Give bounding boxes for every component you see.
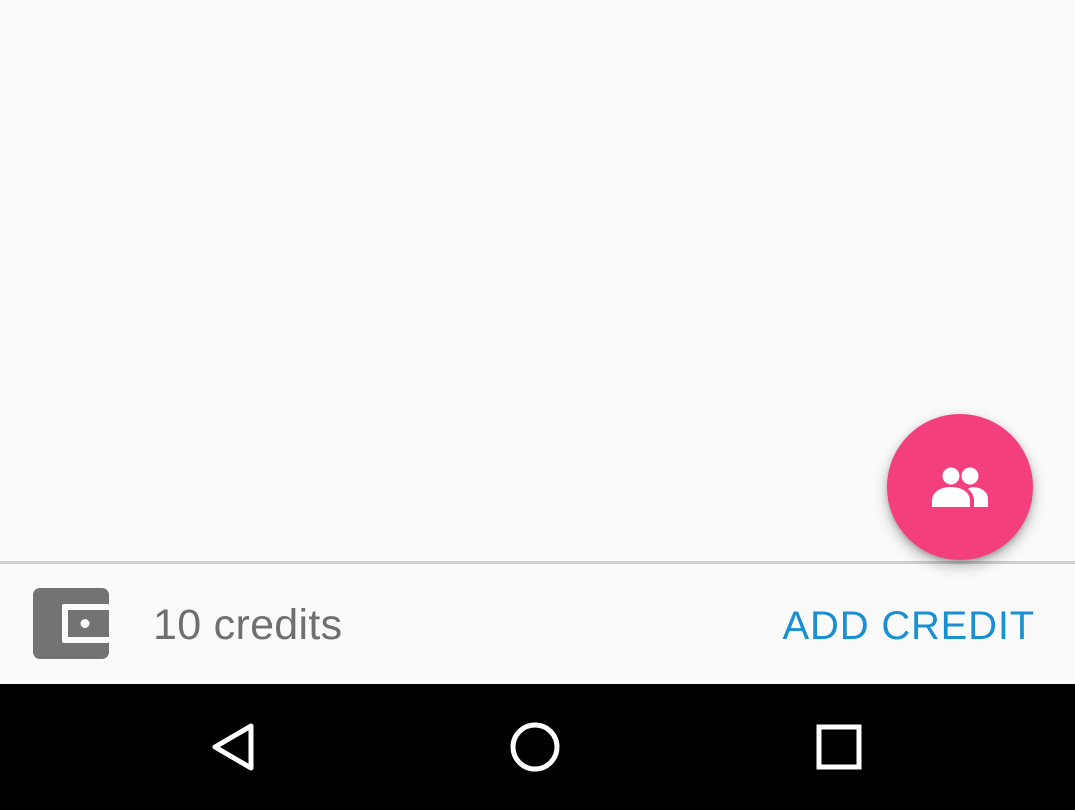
nav-recents-button[interactable] (806, 714, 872, 780)
nav-back-button[interactable] (200, 714, 266, 780)
add-credit-button[interactable]: ADD CREDIT (783, 602, 1035, 650)
recents-icon (816, 724, 862, 770)
credits-count: 10 credits (153, 601, 343, 649)
home-icon (510, 722, 560, 772)
nav-home-button[interactable] (502, 714, 568, 780)
wallet-icon (33, 588, 109, 659)
credits-bar: 10 credits ADD CREDIT (0, 564, 1075, 684)
system-navigation-bar (0, 684, 1075, 810)
back-icon (212, 723, 254, 771)
app-screen: 10 credits ADD CREDIT (0, 0, 1075, 810)
divider (0, 561, 1075, 564)
group-fab-button[interactable] (887, 414, 1033, 560)
people-icon (932, 467, 988, 507)
